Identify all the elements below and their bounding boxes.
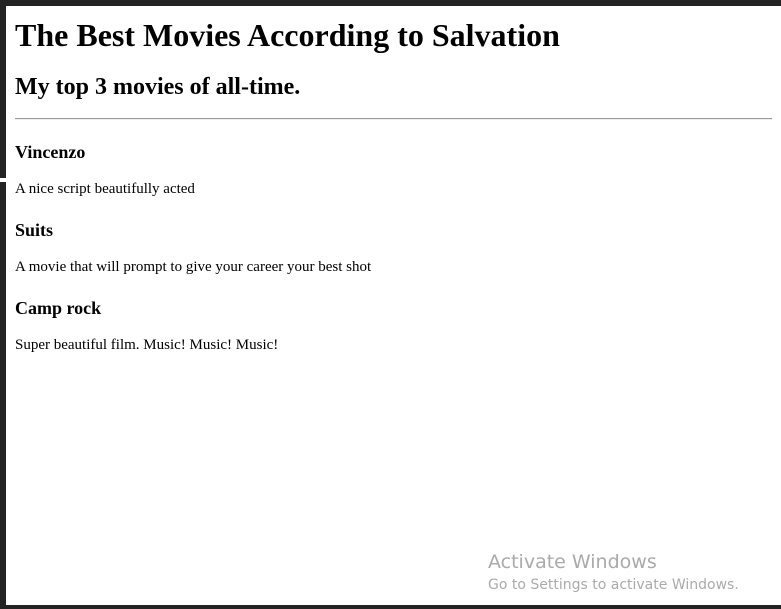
activation-title: Activate Windows (488, 551, 657, 573)
movie-title: Camp rock (15, 298, 102, 318)
movie-description: A nice script beautifully acted (15, 181, 195, 197)
movie-description: A movie that will prompt to give your ca… (15, 259, 372, 275)
movie-title: Suits (15, 220, 54, 240)
movie-item-camp-rock: Camp rock Super beautiful film. Music! M… (15, 298, 755, 376)
activation-subtitle: Go to Settings to activate Windows. (488, 577, 739, 593)
movie-description: Super beautiful film. Music! Music! Musi… (15, 337, 279, 353)
browser-window-frame: The Best Movies According to Salvation M… (0, 0, 781, 609)
page-title: The Best Movies According to Salvation (15, 17, 560, 53)
windows-activation-watermark: Activate Windows Go to Settings to activ… (488, 552, 739, 594)
section-divider (15, 118, 772, 120)
movie-item-suits: Suits A movie that will prompt to give y… (15, 220, 755, 298)
movie-list: Vincenzo A nice script beautifully acted… (15, 142, 755, 376)
webpage-content: The Best Movies According to Salvation M… (6, 6, 781, 605)
movie-item-vincenzo: Vincenzo A nice script beautifully acted (15, 142, 755, 220)
movie-title: Vincenzo (15, 142, 86, 162)
page-subtitle: My top 3 movies of all-time. (15, 74, 301, 100)
